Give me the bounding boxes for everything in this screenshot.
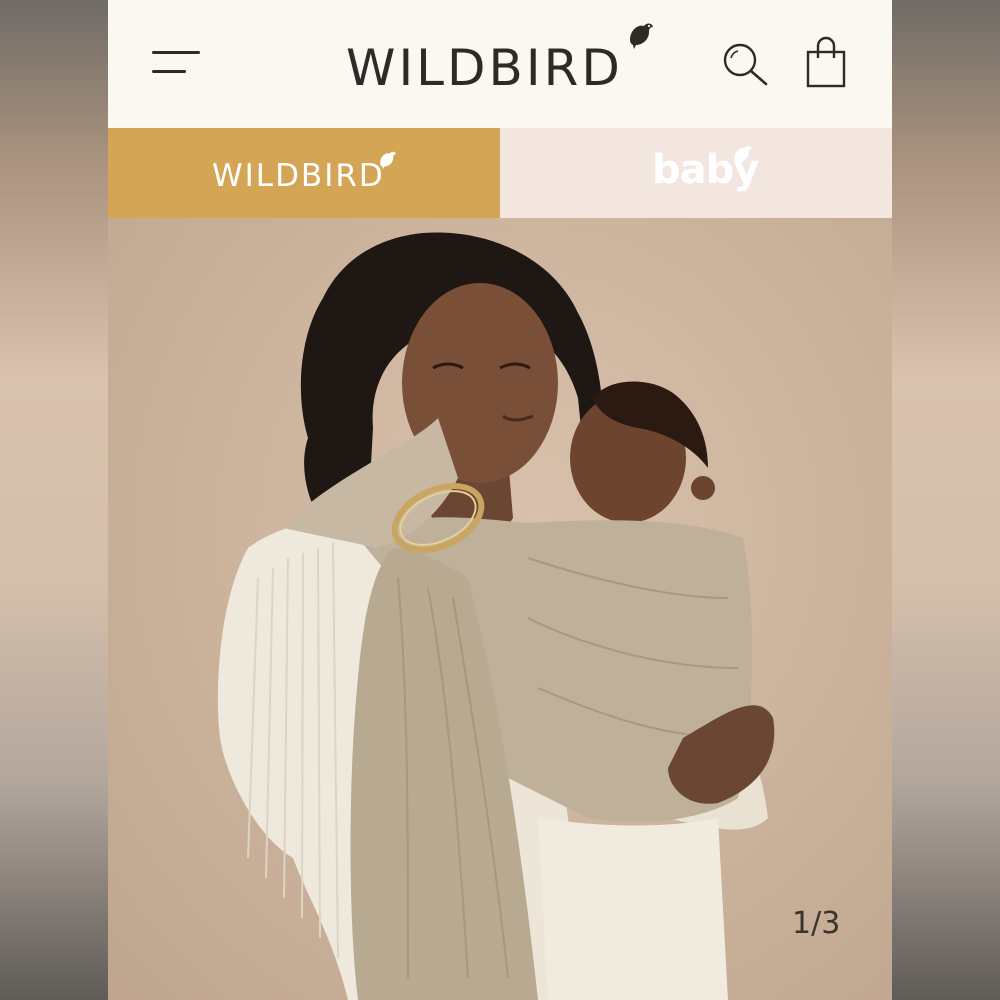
brand-logo[interactable]: WILDBIRD <box>346 23 656 98</box>
site-header: WILDBIRD <box>108 0 892 128</box>
background-blur-right <box>892 0 1000 1000</box>
mobile-page: WILDBIRD WILDBIRD baby 1/3 <box>108 0 892 1000</box>
shopping-bag-icon[interactable] <box>804 36 848 90</box>
brand-logo-text: WILDBIRD <box>346 39 623 97</box>
bird-icon <box>734 146 752 166</box>
bird-icon <box>630 23 653 49</box>
product-image-gallery[interactable]: 1/3 <box>108 218 892 1000</box>
tab-wildbird-label: WILDBIRD <box>212 158 385 194</box>
tab-wildbird[interactable]: WILDBIRD <box>108 128 500 218</box>
tab-baby[interactable]: baby <box>500 128 892 218</box>
product-photo <box>217 232 775 1000</box>
bird-icon <box>380 151 396 170</box>
brand-tabs: WILDBIRD baby <box>108 128 892 218</box>
background-blur-left <box>0 0 108 1000</box>
search-icon[interactable] <box>720 40 770 90</box>
hamburger-menu-icon[interactable] <box>152 48 202 80</box>
gallery-counter: 1/3 <box>792 906 841 941</box>
